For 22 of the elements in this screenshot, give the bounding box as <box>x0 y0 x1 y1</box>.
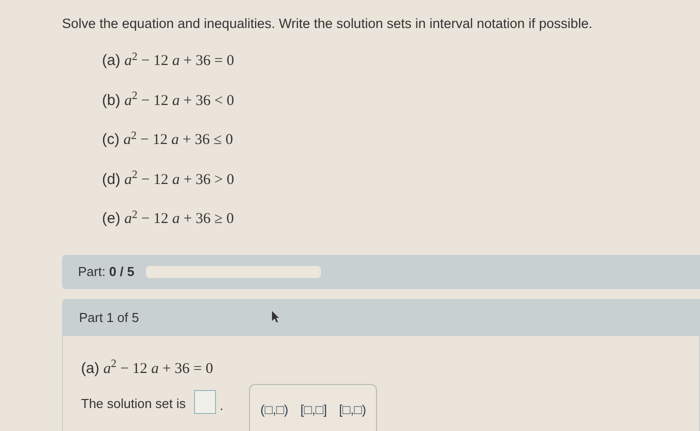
instructions: Solve the equation and inequalities. Write the solution sets in interval notation if possible. <box>62 15 594 33</box>
period: . <box>220 397 224 416</box>
progress-label: Part: 0 / 5 <box>78 263 134 281</box>
interval-button[interactable]: [□,□) <box>338 400 366 419</box>
problem-label: (e) <box>102 209 120 230</box>
interval-button[interactable]: (□,□) <box>260 400 288 419</box>
problem-label: (b) <box>102 90 120 111</box>
equation: a$^{2}$ − 12 a + 36 > 0 <box>124 168 234 190</box>
interval-button[interactable]: [□,□] <box>300 400 327 419</box>
part-title: Part 1 of 5 <box>79 309 139 327</box>
problem-label: (c) <box>102 130 120 150</box>
problem-label: (d) <box>102 170 120 190</box>
problem-label: (a) <box>102 51 120 72</box>
equation: a$^{2}$ − 12 a + 36 = 0 <box>124 50 234 72</box>
equation: a$^{2}$ − 12 a + 36 < 0 <box>124 90 234 111</box>
equation: a$^{2}$ − 12 a + 36 ≥ 0 <box>124 208 234 230</box>
answer-box[interactable] <box>194 390 216 414</box>
problem-label: (a) <box>81 358 100 379</box>
equation: a$^{2}$ − 12 a + 36 ≤ 0 <box>124 129 234 150</box>
prompt: The solution set is <box>81 395 186 414</box>
equation: a$^{2}$ − 12 a + 36 = 0 <box>103 358 214 379</box>
cursor-icon <box>271 310 280 323</box>
